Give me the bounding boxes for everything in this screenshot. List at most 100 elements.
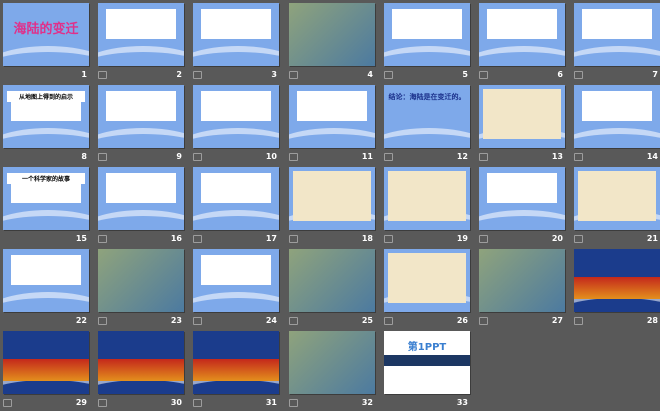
animation-icon[interactable] <box>98 71 107 79</box>
slide-thumbnail[interactable] <box>289 85 375 148</box>
slide-thumbnail-cell[interactable]: 19 <box>384 167 472 247</box>
animation-icon[interactable] <box>479 317 488 325</box>
slide-thumbnail[interactable] <box>193 331 279 394</box>
slide-thumbnail-cell[interactable]: 11 <box>289 85 377 165</box>
slide-thumbnail[interactable] <box>289 331 375 394</box>
slide-thumbnail-cell[interactable]: 从地图上得到的启示 8 <box>3 85 91 165</box>
animation-icon[interactable] <box>98 235 107 243</box>
animation-icon[interactable] <box>98 153 107 161</box>
slide-thumbnail-cell[interactable]: 25 <box>289 249 377 329</box>
animation-icon[interactable] <box>98 399 107 407</box>
slide-thumbnail[interactable] <box>193 249 279 312</box>
slide-thumbnail[interactable] <box>289 3 375 66</box>
slide-thumbnail-cell[interactable]: 30 <box>98 331 186 411</box>
slide-number: 16 <box>170 234 182 243</box>
slide-thumbnail-cell[interactable]: 14 <box>574 85 660 165</box>
slide-thumbnail[interactable] <box>3 249 89 312</box>
animation-icon[interactable] <box>289 317 298 325</box>
animation-icon[interactable] <box>574 235 583 243</box>
slide-thumbnail-cell[interactable]: 17 <box>193 167 281 247</box>
slide-thumbnail[interactable] <box>98 3 184 66</box>
slide-number: 22 <box>75 316 87 325</box>
slide-thumbnail-cell[interactable]: 23 <box>98 249 186 329</box>
animation-icon[interactable] <box>574 71 583 79</box>
slide-thumbnail-cell[interactable]: 3 <box>193 3 281 83</box>
slide-thumbnail-cell[interactable]: 32 <box>289 331 377 411</box>
animation-icon[interactable] <box>289 399 298 407</box>
slide-thumbnail-cell[interactable]: 海陆的变迁 1 <box>3 3 91 83</box>
slide-number: 32 <box>361 398 373 407</box>
slide-thumbnail[interactable] <box>193 3 279 66</box>
slide-thumbnail[interactable] <box>479 3 565 66</box>
animation-icon[interactable] <box>479 235 488 243</box>
slide-content-block <box>98 359 184 381</box>
slide-thumbnail[interactable] <box>574 3 660 66</box>
animation-icon[interactable] <box>289 235 298 243</box>
slide-thumbnail[interactable] <box>479 167 565 230</box>
slide-thumbnail-cell[interactable]: 21 <box>574 167 660 247</box>
slide-thumbnail[interactable] <box>98 167 184 230</box>
slide-thumbnail[interactable] <box>98 331 184 394</box>
animation-icon[interactable] <box>3 399 12 407</box>
animation-icon[interactable] <box>479 71 488 79</box>
animation-icon[interactable] <box>574 317 583 325</box>
slide-thumbnail-cell[interactable]: 22 <box>3 249 91 329</box>
slide-thumbnail-cell[interactable]: 2 <box>98 3 186 83</box>
slide-thumbnail-cell[interactable]: 29 <box>3 331 91 411</box>
slide-thumbnail-cell[interactable]: 10 <box>193 85 281 165</box>
slide-thumbnail-cell[interactable]: 4 <box>289 3 377 83</box>
slide-thumbnail[interactable] <box>98 85 184 148</box>
animation-icon[interactable] <box>193 235 202 243</box>
slide-thumbnail[interactable] <box>193 167 279 230</box>
animation-icon[interactable] <box>384 153 393 161</box>
slide-thumbnail[interactable] <box>384 167 470 230</box>
slide-thumbnail-cell[interactable]: 18 <box>289 167 377 247</box>
slide-thumbnail[interactable] <box>193 85 279 148</box>
slide-thumbnail[interactable] <box>384 249 470 312</box>
slide-thumbnail[interactable] <box>3 331 89 394</box>
slide-thumbnail-cell[interactable]: 结论：海陆是在变迁的。 12 <box>384 85 472 165</box>
slide-thumbnail-cell[interactable]: 27 <box>479 249 567 329</box>
slide-thumbnail[interactable] <box>289 167 375 230</box>
slide-thumbnail-cell[interactable]: 16 <box>98 167 186 247</box>
slide-thumbnail-cell[interactable]: 28 <box>574 249 660 329</box>
slide-thumbnail-cell[interactable]: 6 <box>479 3 567 83</box>
animation-icon[interactable] <box>479 153 488 161</box>
slide-thumbnail[interactable] <box>98 249 184 312</box>
slide-thumbnail[interactable] <box>289 249 375 312</box>
slide-thumbnail-cell[interactable]: 31 <box>193 331 281 411</box>
animation-icon[interactable] <box>289 71 298 79</box>
slide-thumbnail[interactable]: 第1PPT <box>384 331 470 394</box>
slide-thumbnail[interactable] <box>479 249 565 312</box>
slide-thumbnail-cell[interactable]: 26 <box>384 249 472 329</box>
slide-thumbnail-cell[interactable]: 9 <box>98 85 186 165</box>
slide-thumbnail-cell[interactable]: 20 <box>479 167 567 247</box>
animation-icon[interactable] <box>193 71 202 79</box>
animation-icon[interactable] <box>289 153 298 161</box>
animation-icon[interactable] <box>384 71 393 79</box>
animation-icon[interactable] <box>193 153 202 161</box>
slide-thumbnail-cell[interactable]: 第1PPT 33 <box>384 331 472 411</box>
slide-thumbnail-cell[interactable]: 5 <box>384 3 472 83</box>
slide-thumbnail[interactable]: 海陆的变迁 <box>3 3 89 66</box>
slide-number: 24 <box>265 316 277 325</box>
slide-thumbnail[interactable] <box>384 3 470 66</box>
slide-thumbnail[interactable] <box>574 85 660 148</box>
slide-thumbnail[interactable] <box>574 167 660 230</box>
slide-thumbnail-cell[interactable]: 7 <box>574 3 660 83</box>
animation-icon[interactable] <box>98 317 107 325</box>
slide-thumbnail[interactable] <box>479 85 565 148</box>
slide-thumbnail-cell[interactable]: 13 <box>479 85 567 165</box>
animation-icon[interactable] <box>384 317 393 325</box>
slide-thumbnail[interactable] <box>574 249 660 312</box>
animation-icon[interactable] <box>193 317 202 325</box>
slide-thumbnail-cell[interactable]: 24 <box>193 249 281 329</box>
animation-icon[interactable] <box>193 399 202 407</box>
slide-thumbnail[interactable]: 结论：海陆是在变迁的。 <box>384 85 470 148</box>
animation-icon[interactable] <box>384 235 393 243</box>
slide-thumbnail-cell[interactable]: 一个科学家的故事 15 <box>3 167 91 247</box>
slide-thumbnail[interactable]: 一个科学家的故事 <box>3 167 89 230</box>
animation-icon[interactable] <box>574 153 583 161</box>
slide-thumbnail[interactable]: 从地图上得到的启示 <box>3 85 89 148</box>
slide-number: 1 <box>81 70 87 79</box>
